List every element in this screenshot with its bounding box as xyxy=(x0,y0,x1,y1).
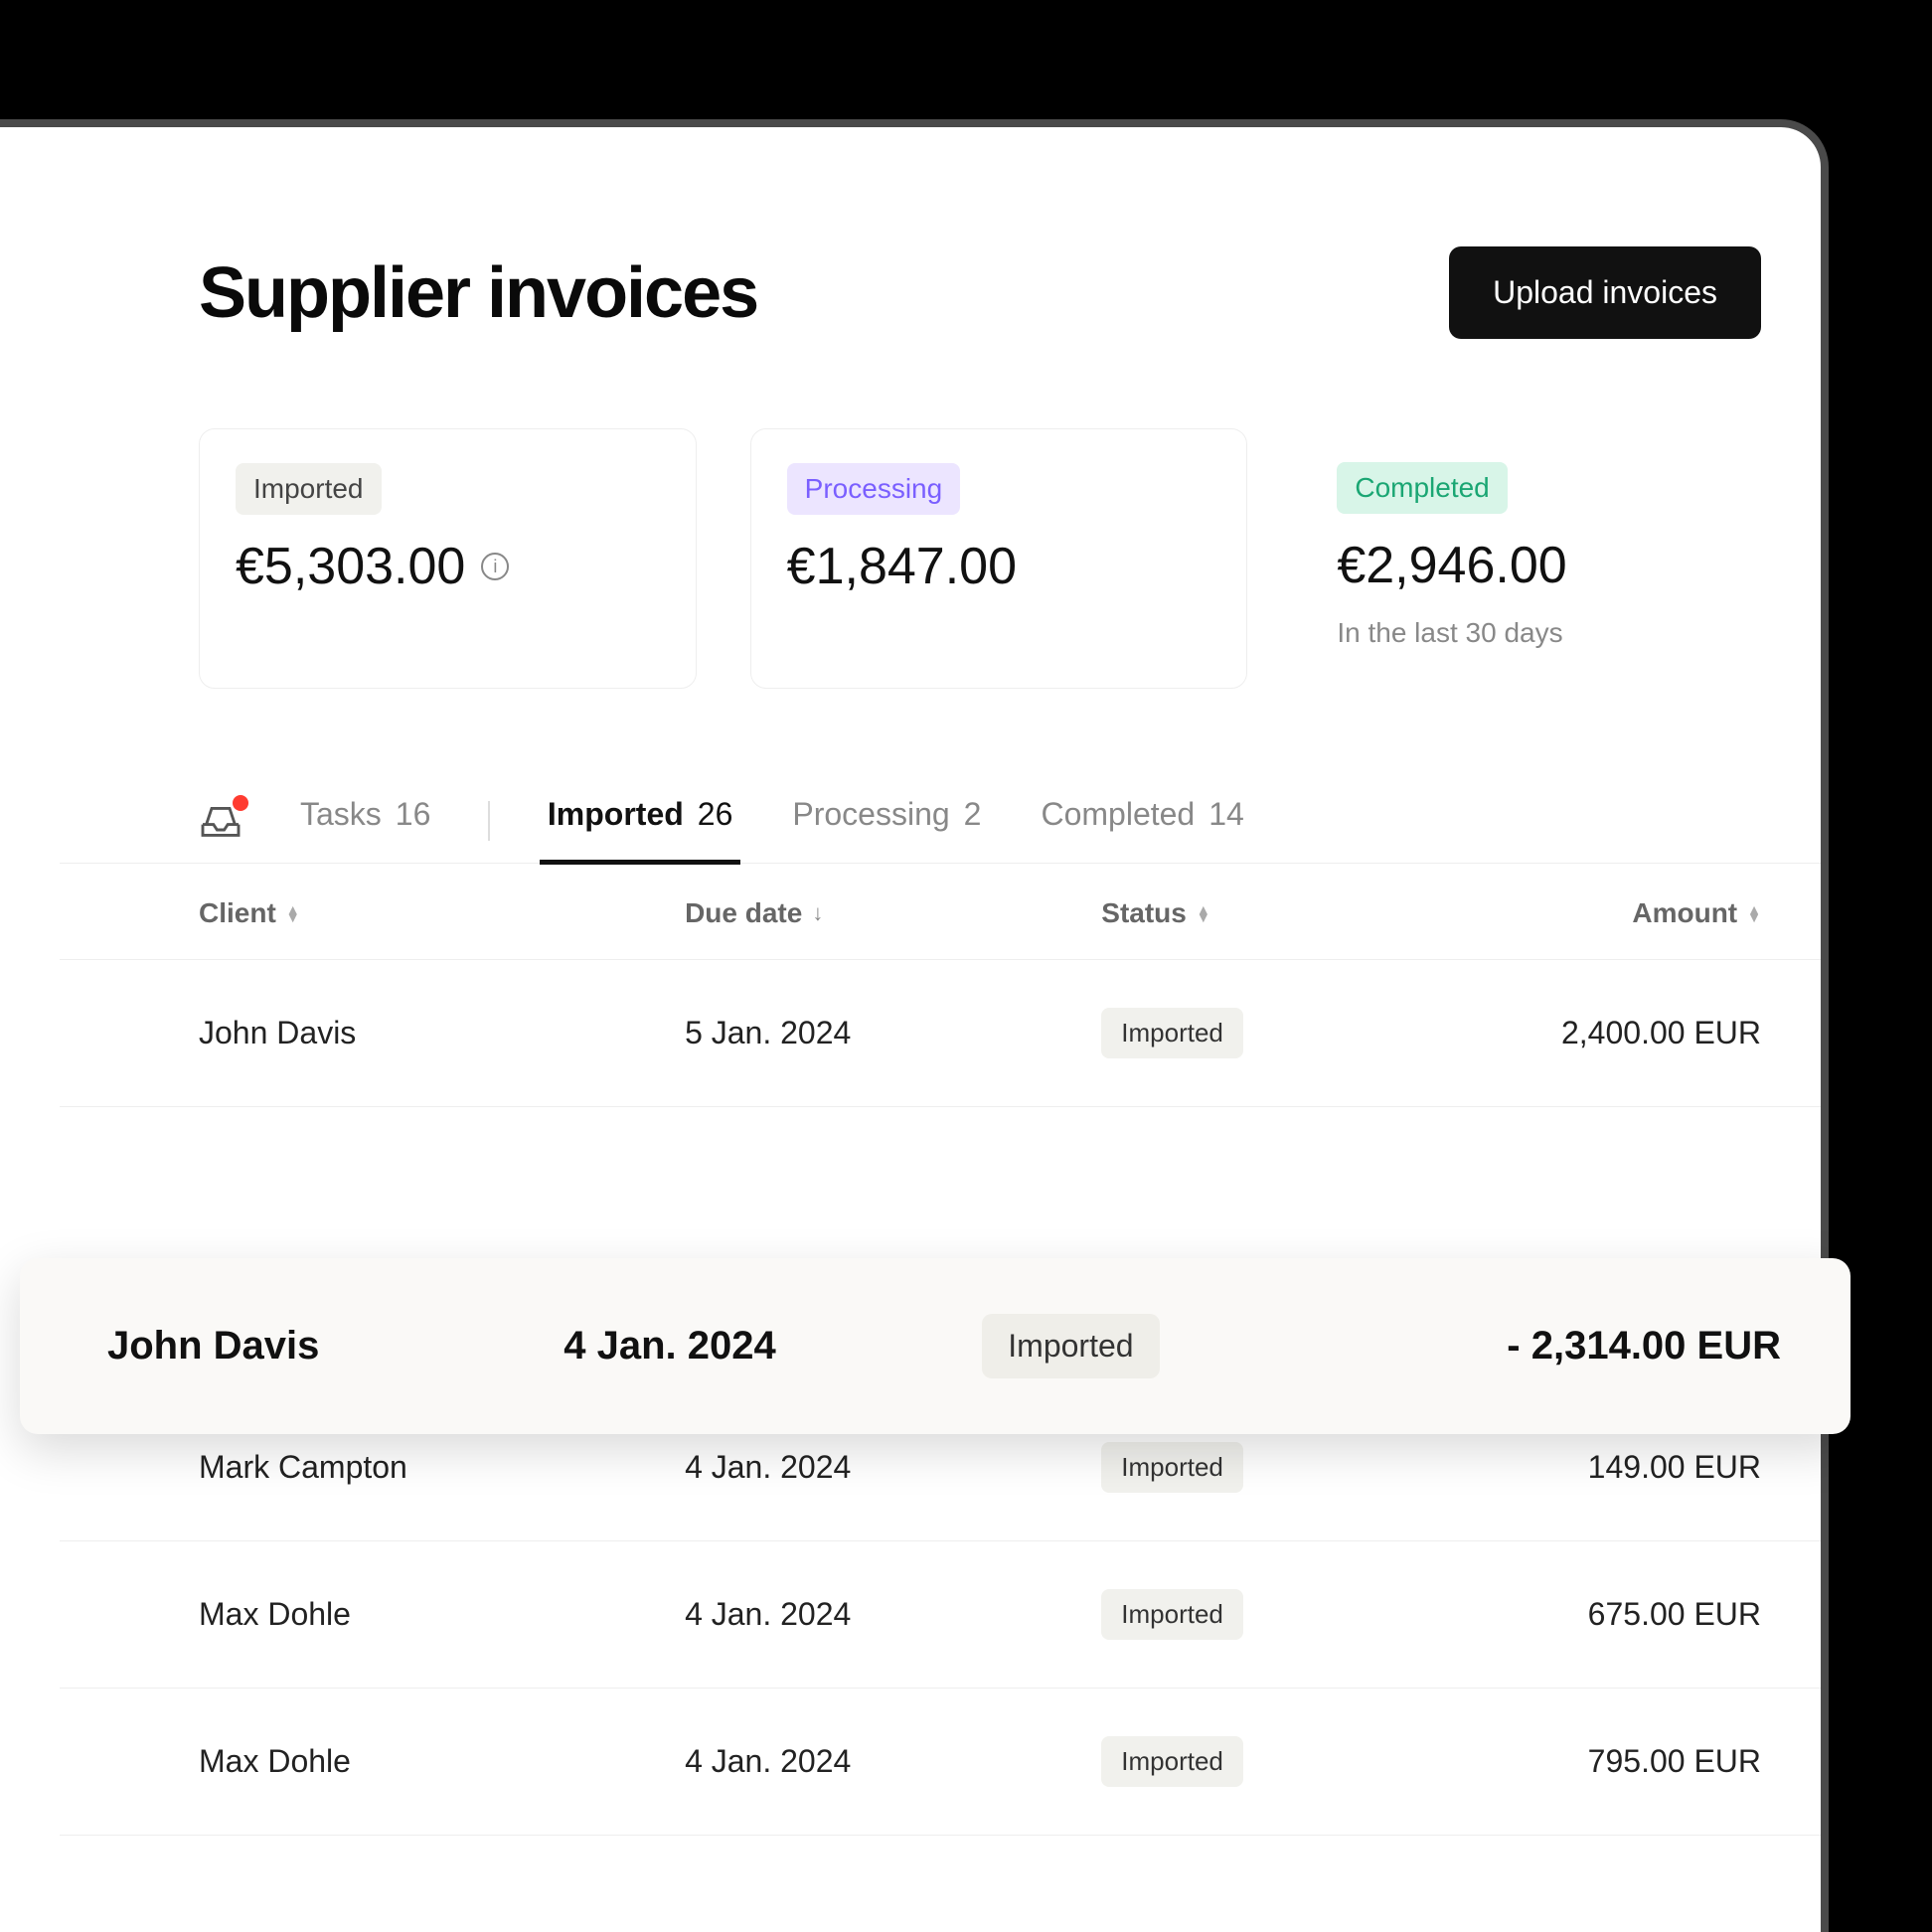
cell-amount: - 2,314.00 EUR xyxy=(1325,1324,1781,1368)
notification-dot-icon xyxy=(233,795,248,811)
column-header-amount[interactable]: Amount ▲▼ xyxy=(1414,897,1761,929)
summary-completed-subtext: In the last 30 days xyxy=(1337,617,1761,649)
sort-icon: ▲▼ xyxy=(286,905,300,921)
column-header-due-date[interactable]: Due date ↓ xyxy=(685,897,1101,929)
column-header-status[interactable]: Status ▲▼ xyxy=(1101,897,1413,929)
divider xyxy=(488,801,490,841)
tab-completed[interactable]: Completed 14 xyxy=(1039,778,1245,863)
badge-processing: Processing xyxy=(787,463,961,515)
header: Supplier invoices Upload invoices xyxy=(199,246,1761,339)
tabs: Tasks 16 Imported 26 Processing 2 Comple… xyxy=(60,778,1821,864)
cell-status: Imported xyxy=(1101,1442,1413,1493)
header-label: Due date xyxy=(685,897,802,929)
amount-value: €5,303.00 xyxy=(236,537,465,596)
tab-label: Completed xyxy=(1041,796,1195,833)
cell-due-date: 4 Jan. 2024 xyxy=(685,1743,1101,1780)
summary-card-imported[interactable]: Imported €5,303.00 i xyxy=(199,428,697,689)
tab-tasks[interactable]: Tasks 16 xyxy=(298,778,432,863)
cell-amount: 149.00 EUR xyxy=(1414,1449,1761,1486)
cell-due-date: 4 Jan. 2024 xyxy=(564,1324,982,1368)
status-badge: Imported xyxy=(982,1314,1159,1378)
column-header-client[interactable]: Client ▲▼ xyxy=(199,897,685,929)
status-badge: Imported xyxy=(1101,1589,1243,1640)
header-label: Status xyxy=(1101,897,1187,929)
tab-label: Imported xyxy=(548,796,684,833)
cell-client: John Davis xyxy=(107,1324,564,1368)
table-row[interactable]: Max Dohle 4 Jan. 2024 Imported 795.00 EU… xyxy=(60,1689,1821,1836)
tab-count: 2 xyxy=(964,796,982,833)
cell-status: Imported xyxy=(1101,1008,1413,1058)
cell-due-date: 4 Jan. 2024 xyxy=(685,1449,1101,1486)
status-badge: Imported xyxy=(1101,1008,1243,1058)
summary-cards: Imported €5,303.00 i Processing €1,847.0… xyxy=(199,428,1761,689)
cell-client: Max Dohle xyxy=(199,1743,685,1780)
cell-due-date: 4 Jan. 2024 xyxy=(685,1596,1101,1633)
table-row[interactable]: John Davis 5 Jan. 2024 Imported 2,400.00… xyxy=(60,960,1821,1107)
cell-client: John Davis xyxy=(199,1015,685,1051)
badge-completed: Completed xyxy=(1337,462,1507,514)
table-row[interactable]: Max Dohle 4 Jan. 2024 Imported 675.00 EU… xyxy=(60,1541,1821,1689)
table-header: Client ▲▼ Due date ↓ Status ▲▼ Amount ▲▼ xyxy=(60,864,1821,960)
summary-imported-amount: €5,303.00 i xyxy=(236,537,660,596)
table-row-highlighted[interactable]: John Davis 4 Jan. 2024 Imported - 2,314.… xyxy=(20,1258,1851,1434)
page-title: Supplier invoices xyxy=(199,252,757,334)
tab-processing[interactable]: Processing 2 xyxy=(790,778,983,863)
sort-icon: ▲▼ xyxy=(1747,905,1761,921)
sort-icon: ▲▼ xyxy=(1197,905,1210,921)
badge-imported: Imported xyxy=(236,463,382,515)
cell-amount: 795.00 EUR xyxy=(1414,1743,1761,1780)
info-icon[interactable]: i xyxy=(481,553,509,580)
cell-client: Max Dohle xyxy=(199,1596,685,1633)
tab-label: Processing xyxy=(792,796,949,833)
cell-status: Imported xyxy=(982,1314,1324,1378)
cell-amount: 675.00 EUR xyxy=(1414,1596,1761,1633)
tab-count: 16 xyxy=(396,796,431,833)
summary-processing-amount: €1,847.00 xyxy=(787,537,1211,596)
cell-amount: 2,400.00 EUR xyxy=(1414,1015,1761,1051)
header-label: Amount xyxy=(1632,897,1737,929)
inbox-icon[interactable] xyxy=(199,803,242,839)
status-badge: Imported xyxy=(1101,1442,1243,1493)
cell-client: Mark Campton xyxy=(199,1449,685,1486)
summary-completed-amount: €2,946.00 xyxy=(1337,536,1761,595)
tab-imported[interactable]: Imported 26 xyxy=(546,778,734,863)
status-badge: Imported xyxy=(1101,1736,1243,1787)
upload-invoices-button[interactable]: Upload invoices xyxy=(1449,246,1761,339)
header-label: Client xyxy=(199,897,276,929)
summary-card-completed[interactable]: Completed €2,946.00 In the last 30 days xyxy=(1301,428,1761,689)
tab-label: Tasks xyxy=(300,796,382,833)
tab-count: 14 xyxy=(1208,796,1244,833)
sort-down-icon: ↓ xyxy=(812,900,823,926)
tab-count: 26 xyxy=(698,796,733,833)
cell-status: Imported xyxy=(1101,1589,1413,1640)
cell-due-date: 5 Jan. 2024 xyxy=(685,1015,1101,1051)
cell-status: Imported xyxy=(1101,1736,1413,1787)
summary-card-processing[interactable]: Processing €1,847.00 xyxy=(750,428,1248,689)
